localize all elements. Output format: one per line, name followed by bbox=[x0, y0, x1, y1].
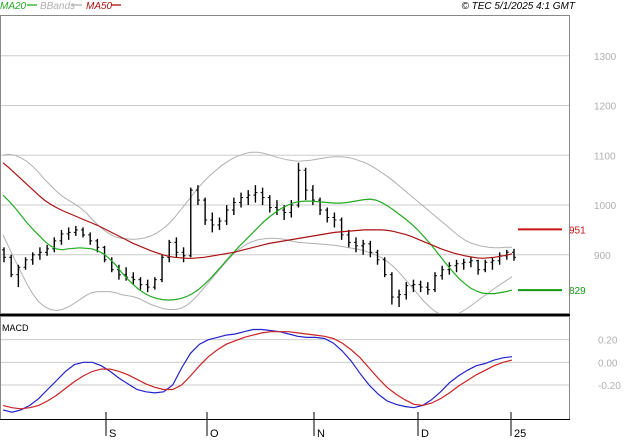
ohlc-bar bbox=[476, 259, 481, 275]
ohlc-bar bbox=[361, 239, 366, 255]
price-y-tick-label: 1200 bbox=[594, 102, 617, 113]
ohlc-bar bbox=[303, 167, 308, 201]
macd-y-tick-label: 0.00 bbox=[598, 358, 618, 369]
ohlc-bar bbox=[318, 197, 323, 215]
ohlc-bar bbox=[167, 239, 172, 263]
macd-macd-line bbox=[2, 328, 513, 413]
macd-lines bbox=[2, 328, 513, 413]
ohlc-bar bbox=[210, 212, 215, 233]
ohlc-bar bbox=[253, 185, 258, 203]
ohlc-bar bbox=[404, 282, 409, 300]
ohlc-bar bbox=[145, 279, 150, 293]
ohlc-bar bbox=[224, 205, 229, 225]
ohlc-bar bbox=[468, 257, 473, 268]
ohlc-bar bbox=[260, 187, 265, 206]
ma50-line bbox=[2, 162, 513, 259]
ohlc-bar bbox=[23, 257, 28, 270]
price-y-axis: 1300 1200 1100 1000 900 bbox=[594, 52, 617, 262]
bband-line bbox=[2, 151, 512, 249]
legend-ma50-label: MA50 bbox=[86, 1, 113, 12]
ohlc-bar bbox=[353, 237, 358, 253]
price-y-tick-label: 900 bbox=[594, 251, 611, 262]
ohlc-bar bbox=[483, 259, 488, 273]
ohlc-bar bbox=[30, 252, 35, 265]
x-tick-label: 25 bbox=[514, 428, 526, 440]
macd-signal-line bbox=[2, 331, 513, 410]
ohlc-bar bbox=[246, 190, 251, 206]
ohlc-bar bbox=[37, 247, 42, 260]
price-panel-frame bbox=[0, 15, 570, 314]
macd-title: MACD bbox=[2, 323, 29, 333]
ohlc-bar bbox=[339, 217, 344, 240]
x-tick-label: D bbox=[421, 428, 429, 440]
level-label: 829 bbox=[569, 286, 586, 297]
x-tick-label: N bbox=[317, 428, 325, 440]
ohlc-bar bbox=[138, 277, 143, 290]
ohlc-bar bbox=[16, 264, 21, 288]
macd-y-tick-label: 0.20 bbox=[598, 336, 618, 347]
stock-chart: MA20 BBands MA50 © TEC 5/1/2025 4:1 GMT … bbox=[0, 1, 621, 440]
price-levels: 951 829 bbox=[518, 225, 586, 297]
macd-y-tick-label: -0.20 bbox=[598, 381, 621, 392]
ohlc-bar bbox=[375, 249, 380, 265]
chart-legend: MA20 BBands MA50 bbox=[0, 1, 121, 12]
ohlc-bar bbox=[59, 229, 64, 245]
ohlc-bar bbox=[267, 195, 272, 213]
ohlc-bar bbox=[195, 185, 200, 206]
ohlc-bar bbox=[418, 280, 423, 293]
legend-bbands-label: BBands bbox=[40, 1, 75, 12]
ohlc-bar bbox=[188, 187, 193, 258]
ohlc-bar bbox=[296, 162, 301, 208]
ohlc-bar bbox=[432, 272, 437, 293]
ohlc-bar bbox=[332, 212, 337, 228]
source-credit: © TEC 5/1/2025 4:1 GMT bbox=[461, 1, 575, 12]
ohlc-bar bbox=[52, 237, 57, 253]
ohlc-bar bbox=[231, 197, 236, 215]
ohlc-bar bbox=[454, 259, 459, 273]
ohlc-bar bbox=[497, 252, 502, 265]
ohlc-bar bbox=[310, 185, 315, 206]
ohlc-bar bbox=[66, 227, 71, 240]
ohlc-bar bbox=[397, 289, 402, 308]
level-label: 951 bbox=[569, 225, 586, 236]
ohlc-bar bbox=[325, 207, 330, 223]
legend-ma20-label: MA20 bbox=[0, 1, 27, 12]
price-y-tick-label: 1100 bbox=[594, 151, 616, 162]
price-y-tick-label: 1300 bbox=[594, 52, 617, 63]
ohlc-bar bbox=[346, 229, 351, 248]
price-grid bbox=[0, 55, 570, 256]
ohlc-bar bbox=[389, 272, 394, 305]
ohlc-bar bbox=[73, 225, 78, 236]
ohlc-bar bbox=[9, 254, 14, 278]
x-tick-label: O bbox=[210, 428, 219, 440]
x-axis: S O N D 25 bbox=[105, 412, 526, 440]
ohlc-bar bbox=[203, 197, 208, 225]
ohlc-bar bbox=[88, 232, 93, 245]
macd-y-axis: 0.20 0.00 -0.20 bbox=[598, 336, 621, 392]
ohlc-bar bbox=[152, 277, 157, 290]
price-y-tick-label: 1000 bbox=[594, 201, 617, 212]
x-tick-label: S bbox=[109, 428, 116, 440]
ohlc-bar bbox=[425, 282, 430, 295]
ohlc-bar bbox=[217, 217, 222, 230]
ohlc-bar bbox=[81, 227, 86, 238]
ohlc-bar bbox=[490, 257, 495, 270]
ohlc-bar bbox=[160, 254, 165, 283]
ohlc-bar bbox=[440, 265, 445, 280]
ohlc-bar bbox=[461, 258, 466, 270]
ohlc-bar bbox=[45, 244, 50, 256]
price-bars bbox=[2, 162, 516, 308]
